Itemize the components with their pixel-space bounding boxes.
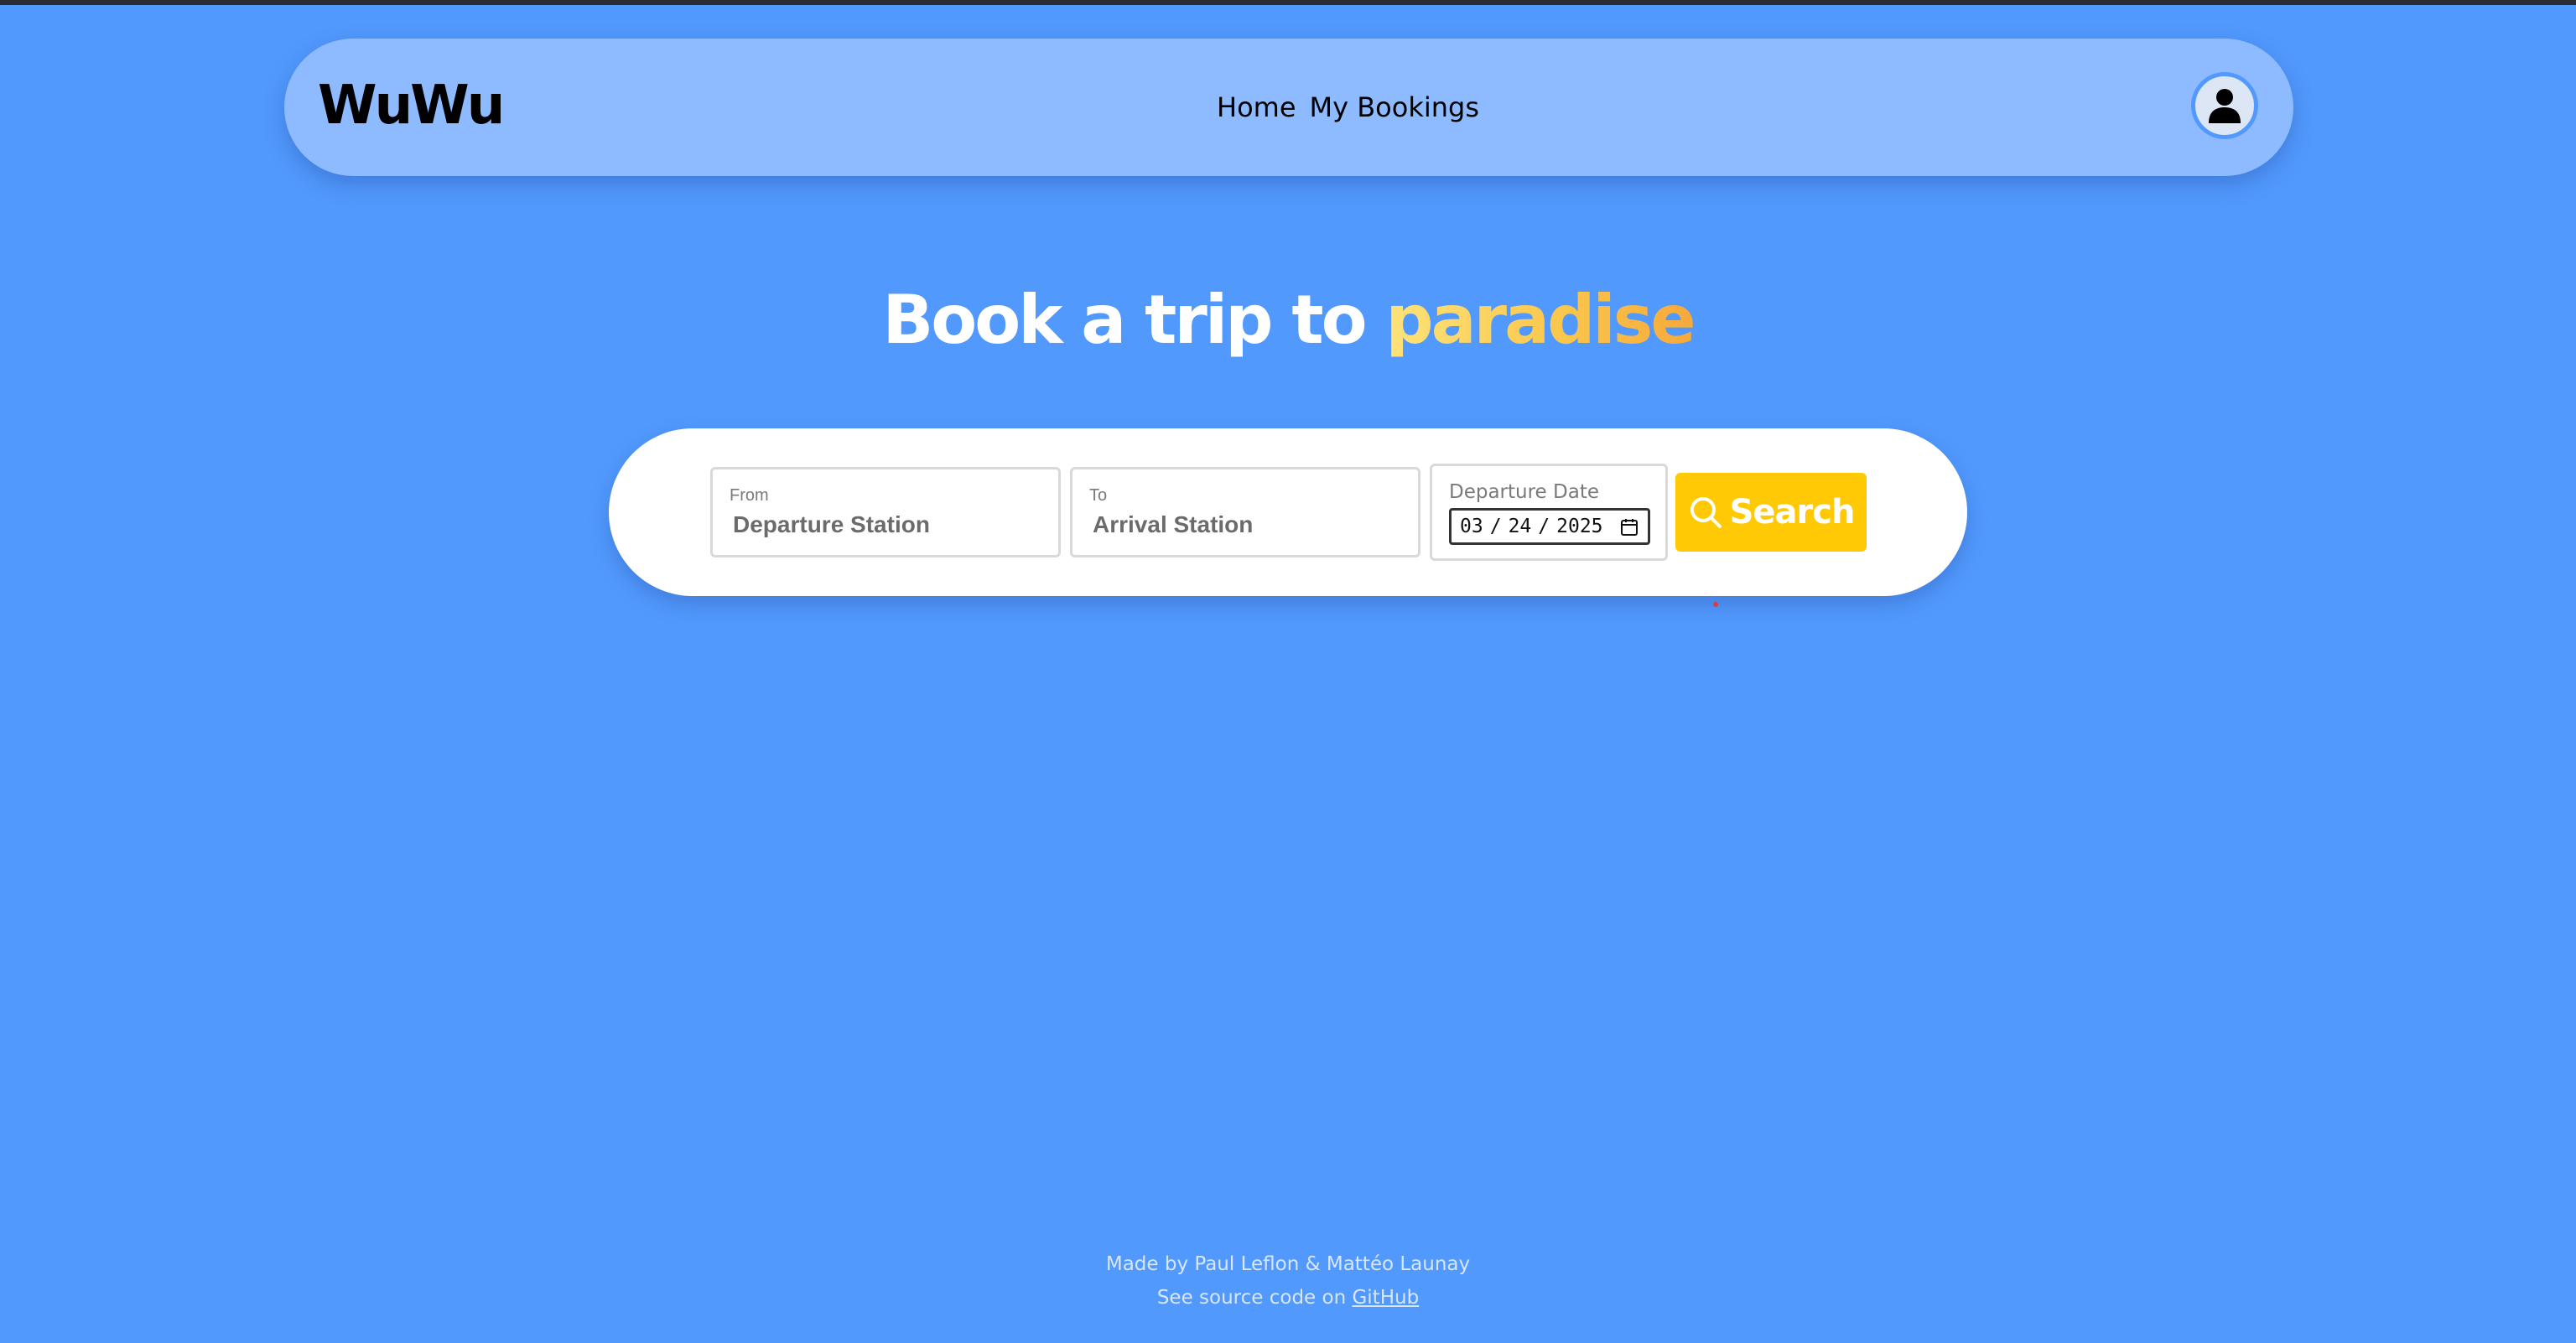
- footer-source-prefix: See source code on: [1156, 1287, 1353, 1309]
- departure-date-input[interactable]: 03 / 24 / 2025: [1449, 508, 1650, 545]
- window-top-strip: [0, 0, 2576, 5]
- departure-date-field[interactable]: Departure Date 03 / 24 / 2025: [1430, 464, 1668, 561]
- logo[interactable]: WuWu: [318, 70, 505, 141]
- to-input[interactable]: Arrival Station: [1093, 511, 1253, 538]
- user-icon: [2209, 89, 2241, 123]
- to-field[interactable]: To Arrival Station: [1070, 467, 1420, 557]
- title-prefix: Book a trip to: [882, 281, 1386, 359]
- from-field[interactable]: From Departure Station: [710, 467, 1061, 557]
- date-year[interactable]: 2025: [1556, 516, 1602, 537]
- footer-source: See source code on GitHub: [0, 1281, 2576, 1314]
- github-link[interactable]: GitHub: [1352, 1287, 1419, 1309]
- nav-link-home[interactable]: Home: [1217, 91, 1296, 123]
- title-accent: paradise: [1385, 281, 1696, 359]
- footer: Made by Paul Leflon & Mattéo Launay See …: [0, 1247, 2576, 1314]
- search-button[interactable]: Search: [1675, 473, 1867, 552]
- search-form: From Departure Station To Arrival Statio…: [609, 428, 1967, 596]
- from-label: From: [730, 486, 769, 505]
- search-icon: [1690, 497, 1722, 528]
- footer-credits: Made by Paul Leflon & Mattéo Launay: [1105, 1253, 1471, 1275]
- from-input[interactable]: Departure Station: [733, 511, 930, 538]
- departure-date-label: Departure Date: [1449, 481, 1599, 503]
- nav-links: Home My Bookings: [1217, 80, 1479, 134]
- date-month[interactable]: 03: [1460, 516, 1483, 537]
- profile-button[interactable]: [2191, 72, 2258, 139]
- page-title: Book a trip to paradise: [0, 270, 2576, 371]
- nav-link-my-bookings[interactable]: My Bookings: [1310, 91, 1480, 123]
- date-separator: /: [1489, 516, 1502, 537]
- date-day[interactable]: 24: [1509, 516, 1532, 537]
- cursor-dot: [1713, 602, 1718, 607]
- search-button-label: Search: [1729, 493, 1856, 531]
- to-label: To: [1089, 486, 1108, 505]
- navbar: WuWu Home My Bookings: [284, 39, 2293, 176]
- calendar-icon[interactable]: [1619, 517, 1639, 537]
- date-separator: /: [1538, 516, 1550, 537]
